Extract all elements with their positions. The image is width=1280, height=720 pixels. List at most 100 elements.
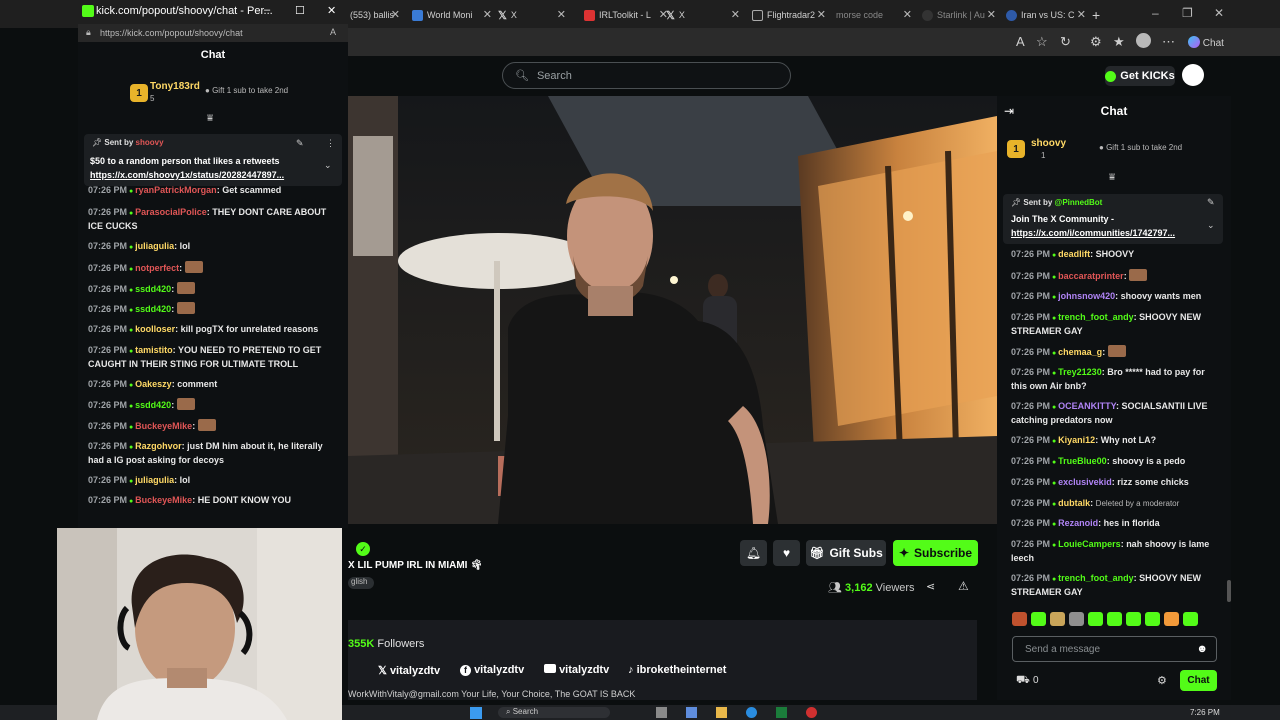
read-aloud-icon[interactable]: A <box>1016 34 1025 49</box>
message-username[interactable]: juliagulia <box>135 241 174 251</box>
message-username[interactable]: notperfect <box>135 263 179 273</box>
message-username[interactable]: johnsnow420 <box>1058 291 1115 301</box>
restore-icon[interactable]: ❐ <box>1182 6 1193 20</box>
edge-icon[interactable] <box>746 707 757 718</box>
message-username[interactable]: Kiyani12 <box>1058 435 1095 445</box>
windows-start-icon[interactable] <box>470 707 482 719</box>
browser-tab[interactable]: Starlink | Au ✕ <box>922 4 998 26</box>
taskbar-clock[interactable]: 7:26 PM <box>1190 708 1220 717</box>
chevron-down-icon[interactable]: ⌄ <box>324 160 332 171</box>
close-icon[interactable]: ✕ <box>1077 8 1086 21</box>
message-username[interactable]: exclusivekid <box>1058 477 1112 487</box>
social-youtube-link[interactable]: vitalyzdtv <box>544 664 609 676</box>
gift-sub-prompt[interactable]: ● Gift 1 sub to take 2nd <box>205 86 288 95</box>
message-username[interactable]: Rezanoid <box>1058 518 1098 528</box>
emote-icon[interactable] <box>1145 612 1160 626</box>
pinned-link[interactable]: https://x.com/shoovy1x/status/2028244789… <box>90 170 284 180</box>
message-username[interactable]: trench_foot_andy <box>1058 573 1134 583</box>
taskbar-search[interactable]: ⌕ Search <box>498 707 610 718</box>
more-menu-icon[interactable]: ⋯ <box>1162 34 1175 50</box>
message-username[interactable]: juliagulia <box>135 475 174 485</box>
message-username[interactable]: Trey21230 <box>1058 367 1102 377</box>
follow-heart-button[interactable]: ♥ <box>773 540 800 566</box>
favorites-icon[interactable]: ★ <box>1113 34 1125 50</box>
message-username[interactable]: LouieCampers <box>1058 539 1121 549</box>
close-icon[interactable]: ✕ <box>987 8 996 21</box>
close-icon[interactable]: ✕ <box>391 8 400 21</box>
extensions-icon[interactable]: ⚙ <box>1090 34 1102 50</box>
pinned-sender[interactable]: @PinnedBot <box>1055 198 1103 207</box>
maximize-icon[interactable]: ☐ <box>295 4 305 17</box>
close-window-icon[interactable]: ✕ <box>327 4 336 17</box>
message-username[interactable]: ryanPatrickMorgan <box>135 185 217 195</box>
emote-icon[interactable] <box>1183 612 1198 626</box>
get-kicks-button[interactable]: Get KICKs <box>1105 66 1175 86</box>
message-username[interactable]: baccaratprinter <box>1058 271 1124 281</box>
message-username[interactable]: dubtalk <box>1058 498 1090 508</box>
browser-tab[interactable]: 𝕏 X ✕ <box>498 4 568 26</box>
message-username[interactable]: ssdd420 <box>135 400 171 410</box>
copilot-taskbar-icon[interactable] <box>686 707 697 718</box>
video-player[interactable] <box>348 96 997 524</box>
message-username[interactable]: ssdd420 <box>135 284 171 294</box>
recording-icon[interactable] <box>806 707 817 718</box>
report-warning-icon[interactable]: ⚠ <box>958 579 969 593</box>
browser-tab[interactable]: World Moni ✕ <box>412 4 494 26</box>
browser-tab[interactable]: morse code ✕ <box>836 4 914 26</box>
gifter-name[interactable]: Tony183rd <box>150 81 200 92</box>
more-options-icon[interactable]: ⋮ <box>326 138 335 149</box>
emoji-picker-icon[interactable]: ☻ <box>1196 643 1208 655</box>
emote-icon[interactable] <box>1088 612 1103 626</box>
browser-tab[interactable]: 𝕏 X ✕ <box>666 4 742 26</box>
browser-tab[interactable]: (553) ballis ✕ <box>350 4 402 26</box>
expand-pinned-icon[interactable]: ⩸ <box>207 113 213 124</box>
emote-icon[interactable] <box>1069 612 1084 626</box>
message-username[interactable]: BuckeyeMike <box>135 495 192 505</box>
message-username[interactable]: koolloser <box>135 324 175 334</box>
minimize-icon[interactable]: – <box>264 4 270 16</box>
chat-message-input[interactable]: Send a message ☻ <box>1012 636 1217 662</box>
browser-tab[interactable]: Flightradar2 ✕ <box>752 4 828 26</box>
refresh-icon[interactable]: ↻ <box>1060 34 1071 50</box>
message-username[interactable]: ParasocialPolice <box>135 207 207 217</box>
message-username[interactable]: ssdd420 <box>135 304 171 314</box>
close-icon[interactable]: ✕ <box>483 8 492 21</box>
close-icon[interactable]: ✕ <box>557 8 566 21</box>
message-username[interactable]: TrueBlue00 <box>1058 456 1107 466</box>
emote-icon[interactable] <box>1012 612 1027 626</box>
message-username[interactable]: OCEANKITTY <box>1058 401 1116 411</box>
send-chat-button[interactable]: Chat <box>1180 670 1217 691</box>
app-icon[interactable] <box>656 707 667 718</box>
user-avatar[interactable] <box>1182 64 1204 86</box>
message-username[interactable]: BuckeyeMike <box>135 421 192 431</box>
popout-url-bar[interactable]: 🔒︎ https://kick.com/popout/shoovy/chat A <box>78 24 348 42</box>
gift-sub-prompt[interactable]: ● Gift 1 sub to take 2nd <box>1099 143 1182 152</box>
emote-icon[interactable] <box>1164 612 1179 626</box>
search-input[interactable]: Search <box>537 70 572 82</box>
chevron-down-icon[interactable]: ⌄ <box>1207 220 1215 231</box>
language-tag[interactable]: glish <box>348 577 374 589</box>
message-username[interactable]: Razgohvor <box>135 441 182 451</box>
profile-avatar[interactable] <box>1136 33 1151 48</box>
new-tab-button[interactable]: + <box>1092 4 1106 26</box>
emote-icon[interactable] <box>1050 612 1065 626</box>
message-username[interactable]: Oakeszy <box>135 379 172 389</box>
message-username[interactable]: chemaa_g <box>1058 347 1102 357</box>
emote-icon[interactable] <box>1031 612 1046 626</box>
search-bar[interactable]: 🔍︎ Search <box>502 62 791 89</box>
message-username[interactable]: tamistito <box>135 345 173 355</box>
chat-settings-gear-icon[interactable]: ⚙ <box>1157 674 1167 687</box>
emote-icon[interactable] <box>1107 612 1122 626</box>
social-facebook-link[interactable]: f vitalyzdtv <box>460 664 524 676</box>
notification-bell-button[interactable]: 🔔︎ <box>740 540 767 566</box>
share-icon[interactable]: ⋖ <box>926 580 935 593</box>
social-x-link[interactable]: 𝕏 vitalyzdtv <box>378 664 440 677</box>
close-icon[interactable]: ✕ <box>903 8 912 21</box>
social-tiktok-link[interactable]: ♪ ibroketheinternet <box>628 664 726 676</box>
expand-pinned-icon[interactable]: ⩸ <box>1109 172 1115 183</box>
kicks-icon[interactable]: ⛟ <box>1016 674 1030 688</box>
close-icon[interactable]: ✕ <box>817 8 826 21</box>
gift-subs-button[interactable]: 🎁︎ Gift Subs <box>806 540 886 566</box>
message-username[interactable]: deadlift <box>1058 249 1090 259</box>
favorite-star-icon[interactable]: ☆ <box>1036 34 1048 50</box>
